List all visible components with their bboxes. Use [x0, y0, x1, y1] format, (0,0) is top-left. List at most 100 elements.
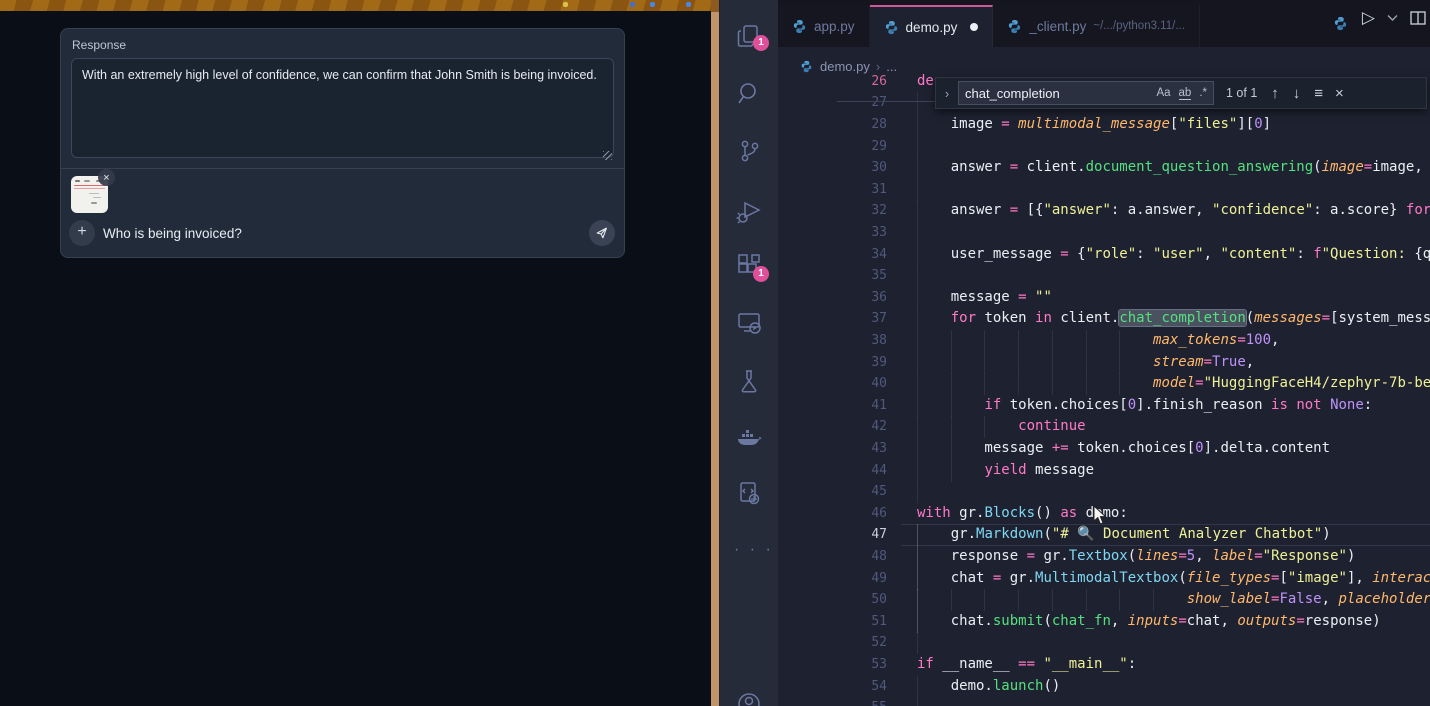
code-line[interactable]: max_tokens=100,: [917, 330, 1430, 352]
run-debug-icon[interactable]: [735, 198, 763, 226]
line-number: 44: [837, 460, 887, 482]
code-line[interactable]: if __name__ == "__main__":: [917, 654, 1430, 676]
line-number: 29: [837, 136, 887, 158]
extensions-badge: 1: [753, 266, 769, 282]
indent-guide: [917, 244, 918, 266]
code-line[interactable]: response = gr.Textbox(lines=5, label="Re…: [917, 546, 1430, 568]
indent-guide: [1119, 373, 1120, 395]
search-match-highlight: chat_completion: [1119, 310, 1245, 326]
line-number: 37: [837, 308, 887, 330]
code-line[interactable]: demo.launch(): [917, 676, 1430, 698]
indent-guide: [917, 589, 918, 611]
code-line[interactable]: [917, 265, 1430, 287]
line-number: 30: [837, 157, 887, 179]
indent-guide: [917, 416, 918, 438]
code-line[interactable]: yield message: [917, 460, 1430, 482]
docker-icon[interactable]: [735, 424, 763, 452]
whole-word-toggle[interactable]: ab: [1179, 87, 1192, 100]
tab-app-py[interactable]: app.py: [778, 5, 870, 47]
remote-explorer-icon[interactable]: [735, 309, 763, 337]
indent-guide: [917, 481, 918, 503]
search-icon[interactable]: [735, 79, 763, 107]
add-file-button[interactable]: +: [69, 220, 95, 246]
regex-toggle[interactable]: .*: [1199, 87, 1207, 99]
code-line[interactable]: [917, 222, 1430, 244]
code-line[interactable]: chat = gr.MultimodalTextbox(file_types=[…: [917, 568, 1430, 590]
indent-guide: [917, 524, 918, 546]
indent-guide: [917, 568, 918, 590]
indent-guide: [917, 308, 918, 330]
unsaved-dot-icon[interactable]: [970, 23, 978, 31]
code-line[interactable]: [917, 179, 1430, 201]
code-line[interactable]: user_message = {"role": "user", "content…: [917, 244, 1430, 266]
python-file-icon[interactable]: [1333, 16, 1348, 31]
source-control-icon[interactable]: [735, 137, 763, 165]
code-editor[interactable]: demo.py › ... 26272829303132333435363738…: [778, 72, 1430, 706]
next-match-button[interactable]: ↓: [1293, 85, 1301, 102]
indent-guide: [917, 136, 918, 158]
python-file-icon: [792, 19, 807, 34]
remove-image-button[interactable]: ×: [98, 169, 115, 186]
code-line[interactable]: message += token.choices[0].delta.conten…: [917, 438, 1430, 460]
tab-client-py[interactable]: _client.py ~/.../python3.11/...: [993, 5, 1200, 47]
code-line[interactable]: model="HuggingFaceH4/zephyr-7b-beta",: [917, 373, 1430, 395]
favicon-dot: [650, 2, 655, 7]
tab-demo-py[interactable]: demo.py: [870, 5, 994, 47]
code-line[interactable]: [917, 481, 1430, 503]
indent-guide: [917, 92, 918, 114]
window-divider[interactable]: [711, 0, 719, 706]
find-in-selection-button[interactable]: ≡: [1314, 85, 1323, 102]
code-line[interactable]: [917, 136, 1430, 158]
code-line[interactable]: show_label=False, placeholder=: [917, 589, 1430, 611]
indent-guide: [917, 546, 918, 568]
code-line[interactable]: stream=True,: [917, 352, 1430, 374]
breadcrumb-symbol[interactable]: ...: [886, 59, 897, 74]
code-line[interactable]: chat.submit(chat_fn, inputs=chat, output…: [917, 611, 1430, 633]
match-case-toggle[interactable]: Aa: [1156, 87, 1170, 99]
indent-guide: [917, 373, 918, 395]
multimodal-textbox[interactable]: × + Who is being invoiced?: [61, 168, 624, 257]
submit-button[interactable]: [589, 220, 615, 246]
line-number: 52: [837, 632, 887, 654]
code-line[interactable]: answer = client.document_question_answer…: [917, 157, 1430, 179]
indent-guide: [984, 330, 985, 352]
favicon-dot: [563, 2, 568, 7]
code-line[interactable]: gr.Markdown("# 🔍 Document Analyzer Chatb…: [917, 524, 1430, 546]
find-input[interactable]: [965, 86, 1148, 101]
code-line[interactable]: if token.choices[0].finish_reason is not…: [917, 395, 1430, 417]
code-line[interactable]: with gr.Blocks() as demo:: [917, 503, 1430, 525]
line-number: 42: [837, 416, 887, 438]
account-icon[interactable]: [735, 692, 763, 706]
code-line[interactable]: [917, 697, 1430, 706]
indent-guide: [951, 589, 952, 611]
dev-container-icon[interactable]: [735, 479, 763, 507]
code-line[interactable]: for token in client.chat_completion(mess…: [917, 308, 1430, 330]
indent-guide: [1119, 589, 1120, 611]
more-actions-icon[interactable]: · · ·: [734, 541, 774, 559]
close-find-button[interactable]: ×: [1335, 85, 1344, 102]
tab-path-description: ~/.../python3.11/...: [1093, 20, 1185, 32]
resize-handle-icon[interactable]: [603, 151, 612, 160]
code-line[interactable]: image = multimodal_message["files"][0]: [917, 114, 1430, 136]
indent-guide: [1018, 589, 1019, 611]
previous-match-button[interactable]: ↑: [1271, 85, 1279, 102]
code-line[interactable]: message = "": [917, 287, 1430, 309]
code-line[interactable]: continue: [917, 416, 1430, 438]
response-textbox[interactable]: [71, 58, 614, 158]
find-widget: › Aa ab .* 1 of 1 ↑ ↓ ≡ ×: [935, 77, 1427, 109]
toggle-replace-chevron-icon[interactable]: ›: [936, 86, 958, 101]
indent-guide: [984, 373, 985, 395]
find-input-box[interactable]: Aa ab .*: [958, 81, 1214, 105]
gradio-panel: Response × + Who is being invoiced?: [60, 28, 625, 258]
run-dropdown-chevron-icon[interactable]: [1387, 14, 1398, 22]
indent-guide: [951, 373, 952, 395]
indent-guide: [1018, 352, 1019, 374]
line-number: 35: [837, 265, 887, 287]
code-line[interactable]: answer = [{"answer": a.answer, "confiden…: [917, 200, 1430, 222]
code-line[interactable]: [917, 632, 1430, 654]
testing-flask-icon[interactable]: [735, 367, 763, 395]
response-label: Response: [72, 38, 126, 52]
run-file-button[interactable]: ▷: [1362, 8, 1375, 28]
chat-input-text[interactable]: Who is being invoiced?: [103, 226, 242, 241]
split-editor-icon[interactable]: [1410, 10, 1426, 26]
